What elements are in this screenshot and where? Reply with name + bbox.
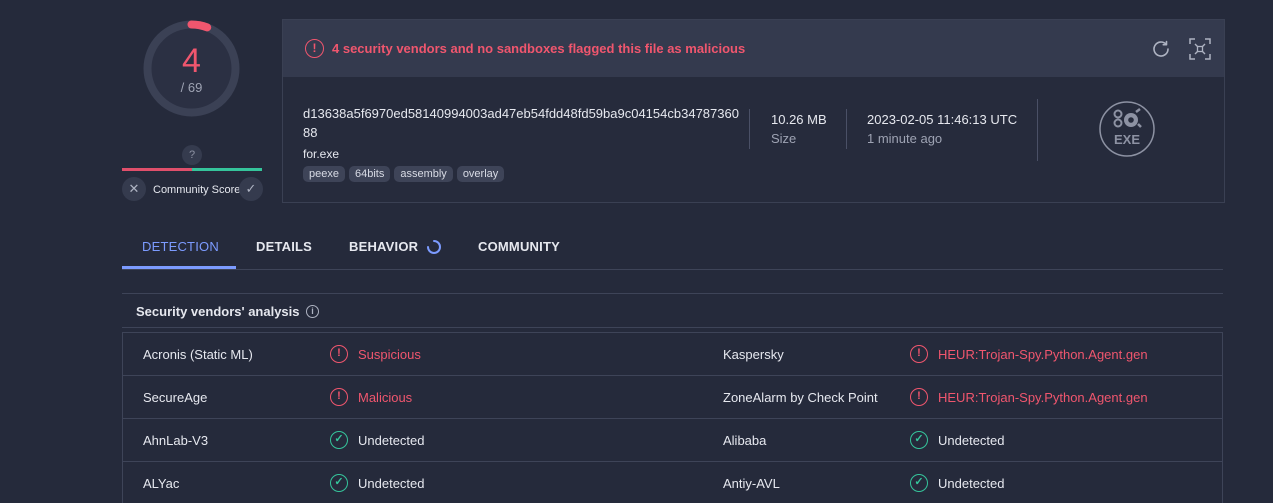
vendor-result: Undetected: [938, 433, 1005, 448]
tab-details[interactable]: DETAILS: [256, 239, 312, 254]
file-tag[interactable]: overlay: [456, 166, 505, 182]
vendor-result: Undetected: [938, 476, 1005, 491]
community-score-bar: [122, 168, 262, 171]
community-positive-bar: [192, 168, 262, 171]
check-icon: ✓: [330, 474, 348, 492]
alert-icon: !: [330, 345, 348, 363]
vendor-results-table: Acronis (Static ML)! Suspicious Kaspersky!…: [122, 332, 1223, 503]
file-size-label: Size: [771, 131, 797, 146]
reanalyze-icon[interactable]: [1149, 37, 1173, 61]
vendor-name: SecureAge: [143, 390, 208, 405]
info-icon[interactable]: i: [306, 305, 319, 318]
file-tags: peexe 64bits assembly overlay: [303, 166, 505, 182]
community-score-value: ?: [182, 145, 202, 165]
vendor-result: Undetected: [358, 476, 425, 491]
file-tag[interactable]: peexe: [303, 166, 345, 182]
divider: [846, 109, 847, 149]
alert-text: 4 security vendors and no sandboxes flag…: [332, 41, 746, 56]
community-negative-bar: [122, 168, 192, 171]
file-name: for.exe: [303, 147, 340, 161]
table-row: Acronis (Static ML)! Suspicious Kaspersky!…: [123, 333, 1222, 376]
divider: [1037, 99, 1038, 161]
exe-label: EXE: [1114, 132, 1140, 147]
check-icon: ✓: [910, 431, 928, 449]
table-row: ALYac ✓ Undetected Antiy-AVL ✓ Undetected: [123, 462, 1222, 503]
loading-spinner-icon: [427, 240, 441, 254]
tab-bar: DETECTION DETAILS BEHAVIOR COMMUNITY: [122, 225, 1223, 270]
vendor-name: Acronis (Static ML): [143, 347, 253, 362]
tab-detection[interactable]: DETECTION: [142, 239, 219, 254]
community-score-label: Community Score: [153, 184, 241, 196]
vendor-result: Undetected: [358, 433, 425, 448]
vendor-name: Alibaba: [723, 433, 767, 448]
alert-icon: !: [910, 388, 928, 406]
scan-date-value: 2023-02-05 11:46:13 UTC: [867, 112, 1018, 127]
vote-harmless-button[interactable]: ✓: [239, 177, 263, 201]
detection-count: 4: [182, 42, 201, 80]
vote-harmful-button[interactable]: ✕: [122, 177, 146, 201]
alert-icon: !: [330, 388, 348, 406]
file-tag[interactable]: assembly: [394, 166, 453, 182]
vendor-name: Antiy-AVL: [723, 476, 780, 491]
active-tab-indicator: [122, 266, 236, 269]
vendor-name: AhnLab-V3: [143, 433, 209, 448]
tab-behavior[interactable]: BEHAVIOR: [349, 239, 418, 254]
tab-community[interactable]: COMMUNITY: [478, 239, 560, 254]
file-size-value: 10.26 MB: [771, 112, 827, 127]
scan-date-relative: 1 minute ago: [867, 131, 943, 146]
vendor-name: ZoneAlarm by Check Point: [723, 390, 878, 405]
alert-banner: ! 4 security vendors and no sandboxes fl…: [283, 20, 1224, 77]
vendor-result[interactable]: Malicious: [358, 390, 412, 405]
vendor-result[interactable]: HEUR:Trojan-Spy.Python.Agent.gen: [938, 347, 1148, 362]
vendor-name: ALYac: [143, 476, 180, 491]
table-row: AhnLab-V3 ✓ Undetected Alibaba ✓ Undetected: [123, 419, 1222, 462]
vendor-name: Kaspersky: [723, 347, 784, 362]
check-icon: ✓: [910, 474, 928, 492]
file-summary-card: ! 4 security vendors and no sandboxes fl…: [282, 19, 1225, 203]
section-title: Security vendors' analysis: [136, 304, 300, 319]
engine-total: / 69: [180, 80, 203, 95]
vendors-section-header: Security vendors' analysis i: [122, 293, 1223, 328]
vendor-result[interactable]: HEUR:Trojan-Spy.Python.Agent.gen: [938, 390, 1148, 405]
check-icon: ✓: [330, 431, 348, 449]
file-tag[interactable]: 64bits: [348, 166, 391, 182]
table-row: SecureAge! Malicious ZoneAlarm by Check Po…: [123, 376, 1222, 419]
exe-file-type-icon: EXE: [1099, 101, 1155, 157]
detection-score-gauge: 4 / 69: [141, 18, 242, 119]
search-similar-icon[interactable]: [1188, 37, 1212, 61]
alert-icon: !: [910, 345, 928, 363]
divider: [749, 109, 750, 149]
alert-icon: !: [305, 39, 324, 58]
file-hash[interactable]: d13638a5f6970ed58140994003ad47eb54fdd48f…: [303, 104, 743, 142]
vendor-result[interactable]: Suspicious: [358, 347, 421, 362]
